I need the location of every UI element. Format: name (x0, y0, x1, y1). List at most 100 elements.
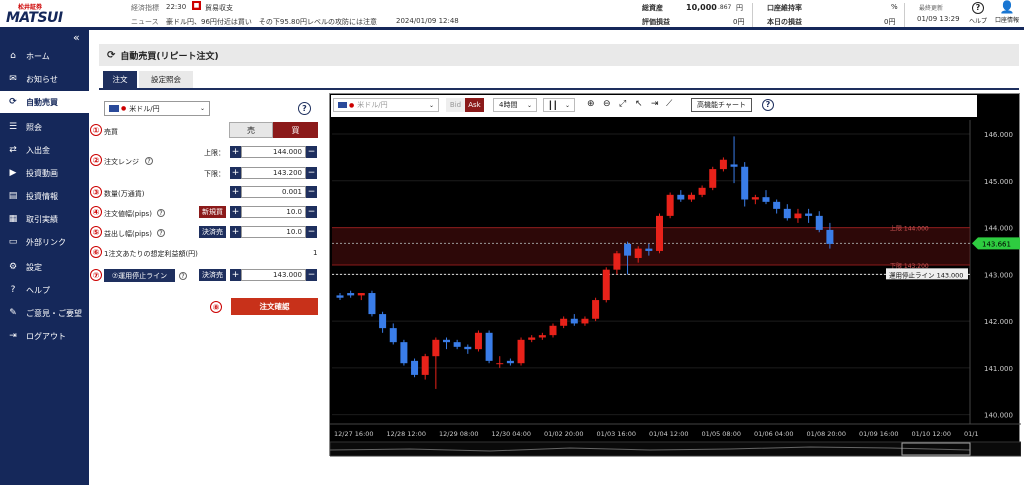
chart-area[interactable]: 146.000 145.000 144.000 143.000 142.000 141.0… (329, 93, 1021, 457)
eval-label: 評価損益 (642, 18, 670, 26)
stop-minus-button[interactable]: − (306, 269, 317, 281)
sidebar-item-feedback[interactable]: ✎ ご意見・ご要望 (0, 302, 89, 324)
y-tick-label: 145.000 (984, 178, 1013, 186)
lower-plus-button[interactable]: + (230, 167, 241, 179)
sidebar-item-auto-trade[interactable]: ⟳ 自動売買 (0, 91, 89, 113)
fit-icon[interactable]: ⤢ (619, 99, 626, 109)
candle-body (453, 342, 461, 347)
help-icon[interactable]: ? (298, 102, 311, 115)
advanced-chart-button[interactable]: 高機能チャート (691, 98, 752, 112)
econ-name[interactable]: 貿易収支 (205, 3, 233, 13)
video-icon: ▶ (9, 168, 17, 178)
profit-plus-button[interactable]: + (230, 226, 241, 238)
sidebar-item-label: ご意見・ご要望 (26, 308, 82, 318)
jp-flag-icon: ● (349, 101, 355, 109)
repeat-icon: ⟳ (107, 49, 116, 61)
candle-body (719, 159, 727, 170)
account-button[interactable]: 👤 口座情報 (994, 1, 1020, 27)
stop-plus-button[interactable]: + (230, 269, 241, 281)
sidebar-item-news[interactable]: ✉ お知らせ (0, 68, 89, 90)
candle-body (645, 248, 653, 251)
candle-body (624, 243, 632, 256)
help-icon[interactable]: ? (762, 99, 774, 111)
qty-input[interactable]: 0.001 (241, 186, 306, 198)
sidebar-item-transfer[interactable]: ⇄ 入出金 (0, 139, 89, 161)
sidebar-item-info[interactable]: ▤ 投資情報 (0, 185, 89, 207)
sidebar-item-inquiry[interactable]: ☰ 照会 (0, 116, 89, 138)
bid-toggle[interactable]: Bid (446, 98, 465, 112)
chevron-down-icon: ⌄ (564, 101, 570, 109)
interval-select[interactable]: 4時間 ⌄ (493, 98, 537, 112)
collapse-icon[interactable]: « (73, 31, 80, 44)
info-icon[interactable]: ? (179, 272, 187, 280)
sidebar-item-label: 外部リンク (26, 237, 66, 247)
top-header: 松井証券 MATSUI FX 経済指標 22:30 ■ 貿易収支 ニュース 豪ド… (0, 0, 1024, 42)
buy-button[interactable]: 買 (273, 122, 318, 138)
candle-body (528, 337, 536, 340)
sidebar-item-help[interactable]: ? ヘルプ (0, 279, 89, 301)
upper-minus-button[interactable]: − (306, 146, 317, 158)
flag-icon: ■ (192, 1, 201, 10)
news-text[interactable]: 豪ドル円、96円付近は買い その下95.80円レベルの攻防には注意 (166, 17, 377, 27)
sell-button[interactable]: 売 (229, 122, 273, 138)
profit-input[interactable]: 10.0 (241, 226, 306, 238)
info-icon[interactable]: ? (145, 157, 153, 165)
width-input[interactable]: 10.0 (241, 206, 306, 218)
gear-icon: ⚙ (8, 262, 18, 272)
x-tick-label: 01/05 08:00 (702, 430, 742, 438)
y-tick-label: 143.000 (984, 271, 1013, 279)
sidebar-item-logout[interactable]: ⇥ ログアウト (0, 325, 89, 347)
stop-input[interactable]: 143.000 (241, 269, 306, 281)
page-title: 自動売買(リピート注文) (120, 51, 219, 62)
stop-line-button[interactable]: ⑦運用停止ライン (104, 269, 175, 282)
record-icon: ▦ (8, 214, 18, 224)
candle-body (485, 332, 493, 361)
tab-settings-inquiry[interactable]: 設定照会 (139, 71, 193, 88)
sidebar-item-label: 自動売買 (26, 97, 58, 107)
x-tick-label: 12/30 04:00 (492, 430, 532, 438)
width-minus-button[interactable]: − (306, 206, 317, 218)
width-plus-button[interactable]: + (230, 206, 241, 218)
chart-type-select[interactable]: ┃┃ ⌄ (543, 98, 575, 112)
step-number-7: ⑦ (90, 269, 102, 281)
tab-order[interactable]: 注文 (103, 71, 137, 88)
info-icon[interactable]: ? (157, 229, 165, 237)
zoom-in-icon[interactable]: ⊕ (587, 99, 595, 109)
lower-minus-button[interactable]: − (306, 167, 317, 179)
candle-body (698, 187, 706, 195)
ask-toggle[interactable]: Ask (465, 98, 484, 112)
sidebar-item-links[interactable]: ▭ 外部リンク (0, 231, 89, 253)
sidebar-item-settings[interactable]: ⚙ 設定 (0, 256, 89, 278)
jump-latest-icon[interactable]: ⇥ (651, 99, 659, 109)
profit-minus-button[interactable]: − (306, 226, 317, 238)
candle-body (368, 293, 376, 315)
news-label: ニュース (131, 18, 159, 26)
logout-icon: ⇥ (9, 331, 17, 341)
margin-label: 口座維持率 (767, 4, 802, 12)
chart-pair-select[interactable]: ● 米ドル/円 ⌄ (333, 98, 439, 112)
qty-plus-button[interactable]: + (230, 186, 241, 198)
help-button[interactable]: ? ヘルプ (968, 1, 988, 27)
sidebar-item-record[interactable]: ▦ 取引実績 (0, 208, 89, 230)
sidebar-item-video[interactable]: ▶ 投資動画 (0, 162, 89, 184)
zoom-out-icon[interactable]: ⊖ (603, 99, 611, 109)
step-number-5: ⑤ (90, 226, 102, 238)
us-flag-icon (338, 102, 347, 108)
confirm-order-button[interactable]: 注文確認 (231, 298, 318, 315)
upper-plus-button[interactable]: + (230, 146, 241, 158)
sidebar-item-home[interactable]: ⌂ ホーム (0, 45, 89, 67)
info-icon: ▤ (8, 191, 18, 201)
cursor-icon[interactable]: ↖ (635, 99, 643, 109)
qty-minus-button[interactable]: − (306, 186, 317, 198)
info-icon[interactable]: ? (157, 209, 165, 217)
upper-label: 上限： (204, 149, 225, 157)
trendline-icon[interactable]: ⟋ (666, 99, 672, 109)
candle-body (666, 194, 674, 216)
currency-pair-select[interactable]: ● 米ドル/円 ⌄ (104, 101, 210, 116)
help-label: ヘルプ (968, 18, 987, 25)
lower-input[interactable]: 143.200 (241, 167, 306, 179)
upper-input[interactable]: 144.000 (241, 146, 306, 158)
sidebar-item-label: 設定 (26, 262, 42, 272)
today-label: 本日の損益 (767, 18, 802, 26)
logo[interactable]: 松井証券 MATSUI FX (6, 2, 86, 42)
